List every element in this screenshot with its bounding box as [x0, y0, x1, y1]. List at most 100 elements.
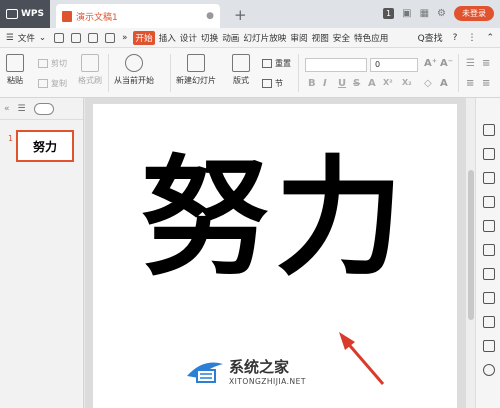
tab-security[interactable]: 安全 — [333, 32, 350, 44]
collapse-panel-icon[interactable]: « — [4, 104, 10, 114]
menu-bar: ☰ 文件 ⌄ » 开始 插入 设计 切换 动画 幻灯片放映 审阅 视图 安全 特… — [0, 28, 500, 48]
bold-button[interactable]: B — [308, 78, 316, 89]
print-icon[interactable] — [88, 32, 99, 43]
window-count-badge[interactable]: 1 — [383, 8, 395, 19]
slide-thumbnail[interactable]: 努力 — [16, 130, 74, 162]
tab-home[interactable]: 开始 — [133, 30, 155, 45]
object-properties-icon[interactable] — [483, 124, 495, 136]
layout-icon — [232, 54, 250, 72]
new-tab-button[interactable]: + — [234, 6, 247, 24]
font-name-combo[interactable] — [305, 58, 367, 72]
new-slide-icon — [187, 54, 205, 72]
copy-button[interactable]: 复制 — [38, 78, 67, 89]
tab-features[interactable]: 特色应用 — [354, 32, 388, 44]
slide-view-toggle[interactable] — [33, 102, 54, 115]
backup-icon[interactable] — [483, 244, 495, 256]
new-slide-button[interactable]: 新建幻灯片 — [176, 54, 216, 86]
outline-view-icon[interactable]: ☰ — [18, 104, 26, 114]
italic-button[interactable]: I — [323, 78, 327, 89]
ribbon-divider — [298, 54, 299, 92]
font-size-combo[interactable]: 0 — [370, 58, 418, 72]
scroll-thumb[interactable] — [468, 170, 474, 320]
clear-format-icon[interactable]: ◇ — [424, 78, 432, 89]
section-button[interactable]: 节 — [262, 78, 283, 89]
format-painter-icon — [81, 54, 99, 72]
search-button[interactable]: Q查找 — [418, 31, 443, 44]
hamburger-icon[interactable]: ☰ — [6, 33, 14, 43]
superscript-button[interactable]: X² — [383, 78, 393, 87]
wps-home-tab[interactable]: WPS — [0, 0, 50, 28]
font-size-value: 0 — [375, 60, 381, 69]
more-icon[interactable]: » — [122, 33, 127, 43]
cut-button[interactable]: 剪切 — [38, 58, 67, 69]
align-icon[interactable]: ☰ — [466, 58, 475, 69]
paste-button[interactable]: 粘贴 — [6, 54, 24, 86]
save-icon[interactable] — [54, 32, 65, 43]
preview-icon[interactable] — [105, 32, 116, 43]
watermark-logo-icon — [187, 362, 223, 383]
play-icon — [125, 54, 143, 72]
watermark: 系统之家 XITONGZHIJIA.NET — [183, 356, 306, 386]
underline-button[interactable]: U — [338, 78, 346, 89]
tab-design[interactable]: 设计 — [180, 32, 197, 44]
reset-button[interactable]: 重置 — [262, 58, 291, 69]
watermark-title: 系统之家 — [229, 358, 290, 376]
ribbon: 粘贴 剪切 复制 格式刷 从当前开始 新建幻灯片 版式 重置 节 0 B I U… — [0, 48, 500, 98]
format-painter-label: 格式刷 — [78, 76, 102, 85]
layout-label: 版式 — [233, 76, 249, 85]
file-menu[interactable]: 文件 — [18, 32, 35, 44]
design-icon[interactable] — [483, 148, 495, 160]
watermark-text: 系统之家 XITONGZHIJIA.NET — [229, 356, 306, 386]
image-icon[interactable] — [483, 316, 495, 328]
decrease-font-icon[interactable]: A⁻ — [440, 58, 453, 69]
tools-icon[interactable] — [483, 220, 495, 232]
paste-icon — [6, 54, 24, 72]
help-icon[interactable]: ? — [453, 33, 458, 43]
watermark-url: XITONGZHIJIA.NET — [229, 377, 306, 386]
grid-icon[interactable]: ▦ — [420, 8, 429, 19]
font-color-button[interactable]: A — [440, 78, 448, 89]
presentation-file-icon — [62, 10, 72, 22]
layout-button[interactable]: 版式 — [232, 54, 250, 86]
window-controls: 1 ▣ ▦ ⚙ 未登录 — [383, 6, 494, 21]
cloud-icon[interactable] — [483, 292, 495, 304]
skin-icon[interactable]: ▣ — [402, 8, 411, 19]
panel-view-tabs: « ☰ — [0, 98, 83, 120]
shadow-button[interactable]: A — [368, 78, 376, 89]
document-tab[interactable]: 演示文稿1 ● — [56, 4, 220, 28]
subscript-button[interactable]: X₂ — [402, 78, 412, 87]
increase-font-icon[interactable]: A⁺ — [424, 58, 437, 69]
strikethrough-button[interactable]: S — [353, 78, 360, 89]
login-button[interactable]: 未登录 — [454, 6, 494, 21]
copy-icon — [38, 79, 48, 88]
more-options-icon[interactable]: ⋮ — [467, 33, 476, 43]
tab-review[interactable]: 审阅 — [290, 32, 307, 44]
tab-close-icon[interactable]: ● — [206, 11, 214, 21]
vertical-scrollbar[interactable] — [465, 98, 475, 408]
export-pdf-icon[interactable] — [71, 32, 82, 43]
menu-right-group: Q查找 ? ⋮ ⌃ — [418, 31, 494, 45]
slide[interactable]: 努力 系统之家 XITONGZHIJIA.NET — [93, 104, 457, 408]
play-label: 从当前开始 — [114, 76, 154, 85]
align-center-icon[interactable]: ≡ — [482, 78, 490, 89]
chevron-down-icon[interactable]: ⌄ — [39, 33, 46, 43]
transition-icon[interactable] — [483, 196, 495, 208]
tab-view[interactable]: 视图 — [312, 32, 329, 44]
ribbon-divider — [108, 54, 109, 92]
tab-transition[interactable]: 切换 — [201, 32, 218, 44]
tab-animation[interactable]: 动画 — [222, 32, 239, 44]
tab-insert[interactable]: 插入 — [159, 32, 176, 44]
collapse-ribbon-icon[interactable]: ⌃ — [486, 33, 494, 43]
tab-slideshow[interactable]: 幻灯片放映 — [243, 32, 286, 44]
cut-icon — [38, 59, 48, 68]
share-icon[interactable] — [483, 268, 495, 280]
section-label: 节 — [275, 79, 283, 88]
list-icon[interactable]: ≡ — [482, 58, 490, 69]
play-from-current-button[interactable]: 从当前开始 — [114, 54, 154, 86]
help-circle-icon[interactable] — [483, 364, 495, 376]
link-icon[interactable] — [483, 340, 495, 352]
align-left-icon[interactable]: ≡ — [466, 78, 474, 89]
animation-icon[interactable] — [483, 172, 495, 184]
format-painter-button[interactable]: 格式刷 — [78, 54, 102, 86]
settings-icon[interactable]: ⚙ — [437, 8, 446, 19]
